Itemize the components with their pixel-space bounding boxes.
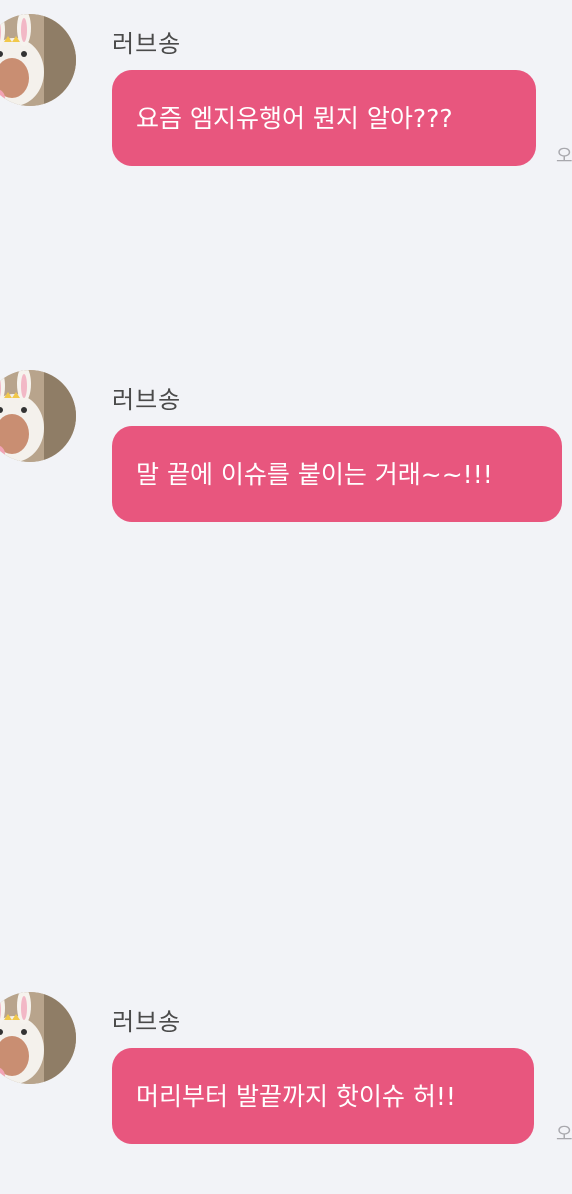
sender-name: 러브송 — [112, 30, 182, 58]
bunny-hat-avatar-icon — [0, 370, 76, 462]
message-timestamp: 오 — [556, 1124, 572, 1145]
sender-avatar[interactable] — [0, 992, 76, 1084]
sender-name: 러브송 — [112, 386, 182, 414]
chat-message: 러브송 요즘 엠지유행어 뭔지 알아??? 오 — [0, 14, 572, 166]
sender-name: 러브송 — [112, 1008, 182, 1036]
chat-message: 러브송 말 끝에 이슈를 붙이는 거래~~!!! — [0, 370, 572, 522]
chat-message: 러브송 머리부터 발끝까지 핫이슈 허!! 오 — [0, 992, 572, 1144]
message-timestamp: 오 — [556, 146, 572, 167]
message-bubble[interactable]: 요즘 엠지유행어 뭔지 알아??? — [112, 70, 536, 166]
message-bubble[interactable]: 말 끝에 이슈를 붙이는 거래~~!!! — [112, 426, 562, 522]
bunny-hat-avatar-icon — [0, 14, 76, 106]
bunny-hat-avatar-icon — [0, 992, 76, 1084]
sender-avatar[interactable] — [0, 14, 76, 106]
message-bubble[interactable]: 머리부터 발끝까지 핫이슈 허!! — [112, 1048, 534, 1144]
sender-avatar[interactable] — [0, 370, 76, 462]
